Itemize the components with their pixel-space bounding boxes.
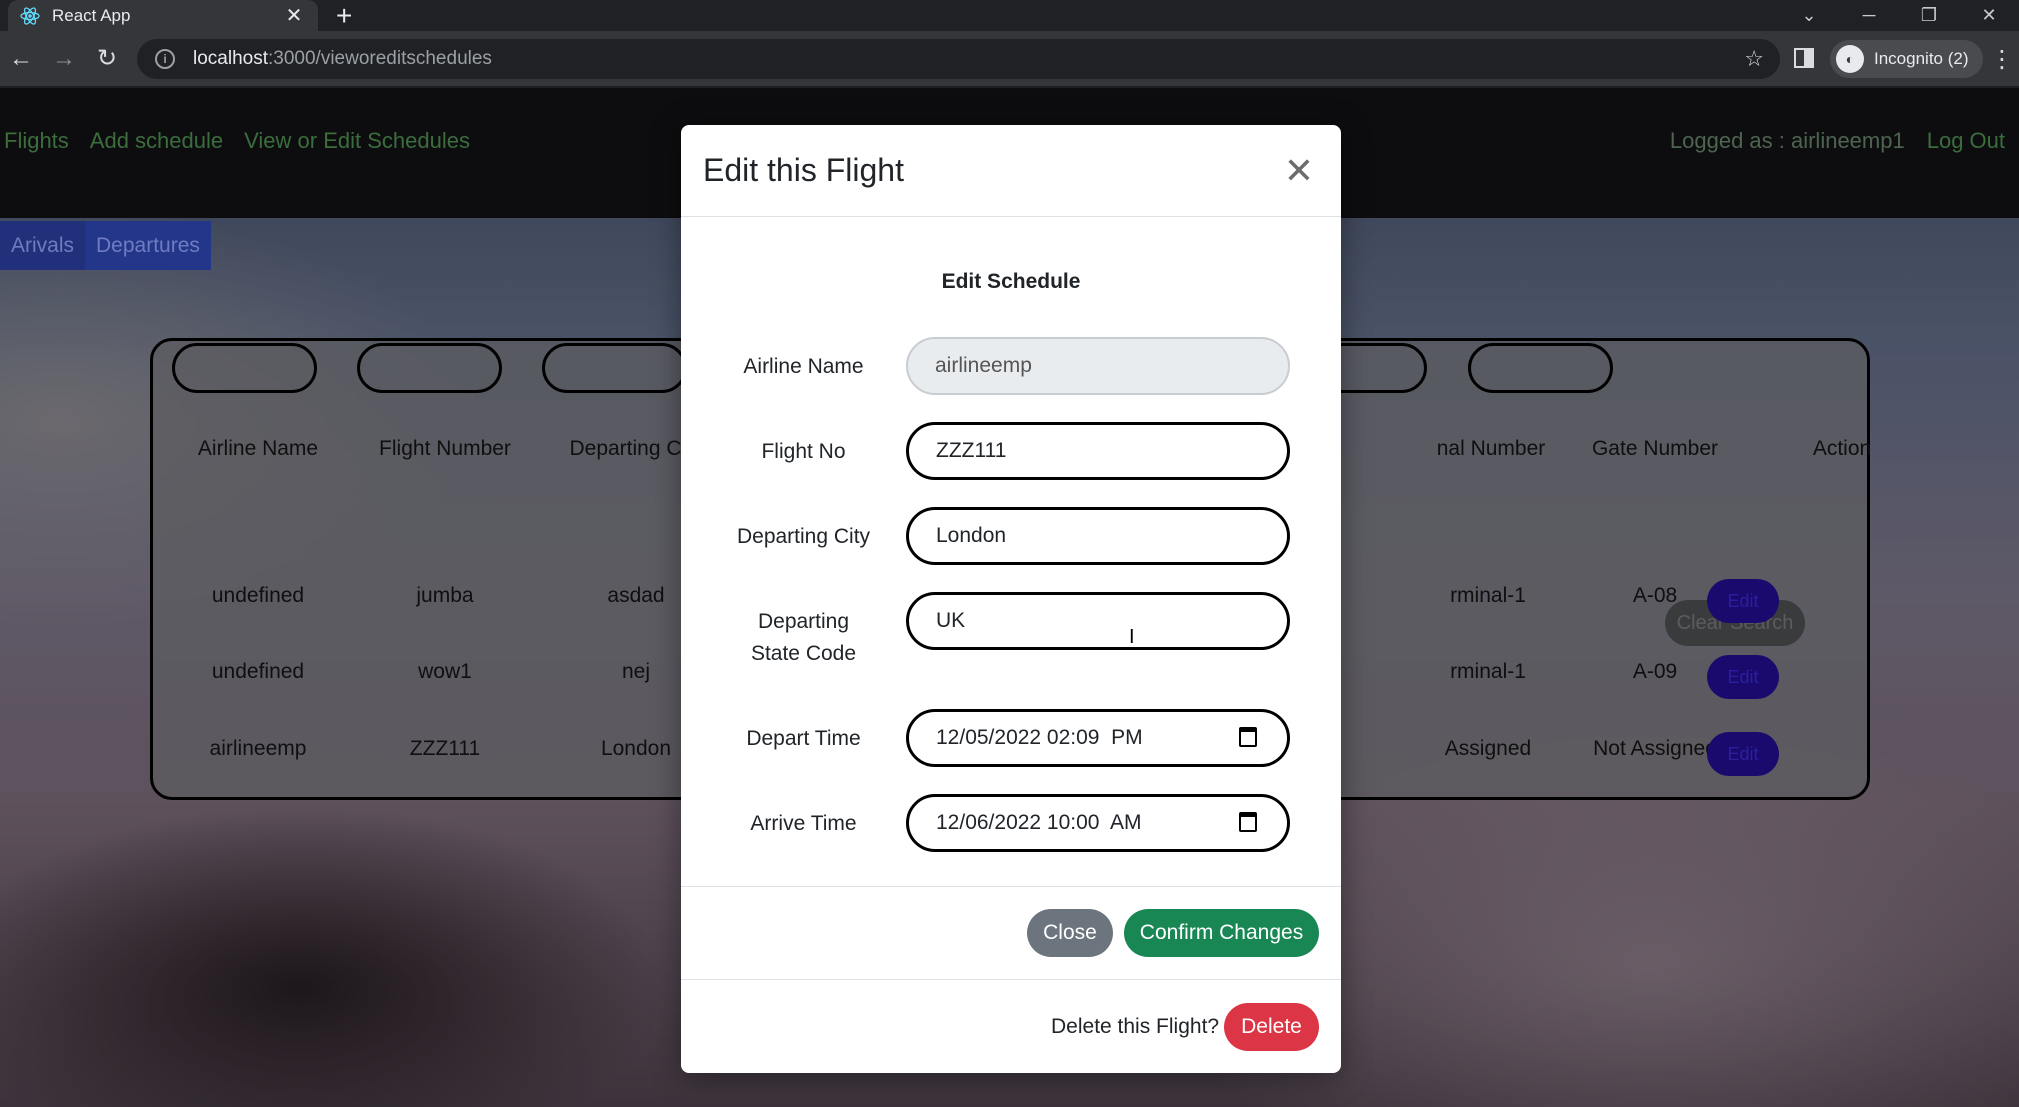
divider [681, 979, 1341, 980]
flight-no-field[interactable]: ZZZ111 [906, 422, 1290, 480]
airline-name-value: airlineemp [935, 354, 1032, 377]
filter-input-departing-city[interactable] [542, 343, 687, 393]
column-header-terminal-number: nal Number [1436, 437, 1546, 460]
tab-title: React App [52, 5, 131, 25]
nav-links: Flights Add schedule View or Edit Schedu… [4, 128, 470, 154]
table-cell: airlineemp [209, 737, 307, 760]
arrive-time-value: 12/06/2022 10:00 AM [936, 811, 1142, 834]
departing-city-value: London [936, 524, 1007, 547]
departing-city-label: Departing City [736, 525, 871, 548]
filter-input-flight-number[interactable] [357, 343, 502, 393]
browser-tab[interactable]: React App ✕ [8, 0, 318, 31]
confirm-changes-button[interactable]: Confirm Changes [1124, 909, 1319, 957]
table-cell: jumba [416, 584, 474, 607]
table-cell: undefined [211, 660, 305, 683]
reload-icon[interactable]: ↻ [92, 45, 122, 73]
depart-time-field[interactable]: 12/05/2022 02:09 PM [906, 709, 1290, 767]
table-cell: wow1 [418, 660, 472, 683]
info-icon[interactable]: i [155, 49, 175, 69]
address-bar: ← → ↻ i localhost:3000/vieworeditschedul… [0, 31, 2019, 87]
nav-user-area: Logged as : airlineemp1 Log Out [1670, 128, 2005, 154]
star-icon[interactable]: ☆ [1744, 46, 1764, 72]
logout-link[interactable]: Log Out [1927, 128, 2005, 154]
modal-header: Edit this Flight ✕ [681, 125, 1341, 217]
side-panel-icon[interactable] [1794, 48, 1814, 68]
flight-no-label: Flight No [761, 440, 846, 463]
restore-icon[interactable]: ❐ [1899, 5, 1959, 26]
close-icon[interactable]: ✕ [1279, 152, 1319, 189]
section-title: Edit Schedule [941, 270, 1081, 293]
tab-departures[interactable]: Departures [85, 221, 211, 270]
divider [681, 886, 1341, 887]
forward-arrow-icon[interactable]: → [49, 45, 79, 73]
nav-link-add-schedule[interactable]: Add schedule [90, 128, 223, 154]
delete-button[interactable]: Delete [1224, 1003, 1319, 1051]
browser-tabstrip: React App ✕ + ⌄ ─ ❐ ✕ [0, 0, 2019, 31]
nav-link-view-edit-schedules[interactable]: View or Edit Schedules [244, 128, 470, 154]
departing-city-field[interactable]: London [906, 507, 1290, 565]
plus-icon[interactable]: + [336, 2, 352, 30]
url-field[interactable]: i localhost:3000/vieworeditschedules ☆ [137, 39, 1780, 79]
window-controls: ⌄ ─ ❐ ✕ [1779, 0, 2019, 31]
tab-arrivals[interactable]: Arivals [0, 221, 86, 270]
calendar-icon[interactable] [1239, 727, 1257, 747]
kebab-menu-icon[interactable]: ⋮ [1990, 45, 2014, 74]
departing-state-code-value: UK [936, 609, 966, 632]
edit-button[interactable]: Edit [1707, 579, 1779, 623]
edit-button[interactable]: Edit [1707, 655, 1779, 699]
text-cursor-icon: I [1129, 626, 1135, 648]
incognito-profile-button[interactable]: ◐ Incognito (2) [1830, 40, 1983, 78]
arrive-time-field[interactable]: 12/06/2022 10:00 AM [906, 794, 1290, 852]
close-button[interactable]: Close [1027, 909, 1113, 957]
column-header-gate-number: Gate Number [1591, 437, 1719, 460]
table-cell: undefined [211, 584, 305, 607]
logged-as-text: Logged as : airlineemp1 [1669, 128, 1905, 153]
modal-title: Edit this Flight [703, 152, 904, 188]
flight-no-value: ZZZ111 [936, 439, 1007, 462]
filter-input-gate-number[interactable] [1468, 343, 1613, 393]
react-favicon-icon [20, 6, 40, 26]
table-cell: ZZZ111 [409, 737, 481, 760]
table-cell: rminal-1 [1450, 584, 1526, 607]
column-header-flight-number: Flight Number [379, 437, 511, 460]
edit-flight-modal: Edit this Flight ✕ Edit Schedule Airline… [681, 125, 1341, 1073]
close-icon[interactable]: ✕ [282, 3, 306, 28]
profile-label: Incognito (2) [1874, 49, 1969, 68]
filter-input-airline[interactable] [172, 343, 317, 393]
edit-button[interactable]: Edit [1707, 732, 1779, 776]
incognito-icon: ◐ [1836, 45, 1864, 73]
chevron-down-icon[interactable]: ⌄ [1779, 5, 1839, 26]
airline-name-label: Airline Name [743, 355, 864, 378]
departing-state-code-field[interactable]: UK [906, 592, 1290, 650]
calendar-icon[interactable] [1239, 812, 1257, 832]
url-path: :3000/vieworeditschedules [268, 48, 492, 69]
arrive-time-label: Arrive Time [750, 812, 857, 835]
back-arrow-icon[interactable]: ← [6, 45, 36, 73]
column-header-airline: Airline Name [197, 437, 319, 460]
table-cell: rminal-1 [1450, 660, 1526, 683]
column-header-action: Action [1812, 437, 1872, 460]
depart-time-value: 12/05/2022 02:09 PM [936, 726, 1143, 749]
nav-link-flights[interactable]: Flights [4, 128, 69, 154]
close-window-icon[interactable]: ✕ [1959, 5, 2019, 26]
airline-name-field: airlineemp [906, 337, 1290, 395]
minimize-icon[interactable]: ─ [1839, 5, 1899, 26]
sub-tabs: Arivals Departures [0, 221, 211, 270]
table-cell: Assigned [1444, 737, 1532, 760]
depart-time-label: Depart Time [746, 727, 861, 750]
url-host: localhost [193, 48, 268, 69]
departing-state-code-label: Departing State Code [750, 610, 857, 665]
delete-prompt: Delete this Flight? [1051, 1015, 1220, 1038]
